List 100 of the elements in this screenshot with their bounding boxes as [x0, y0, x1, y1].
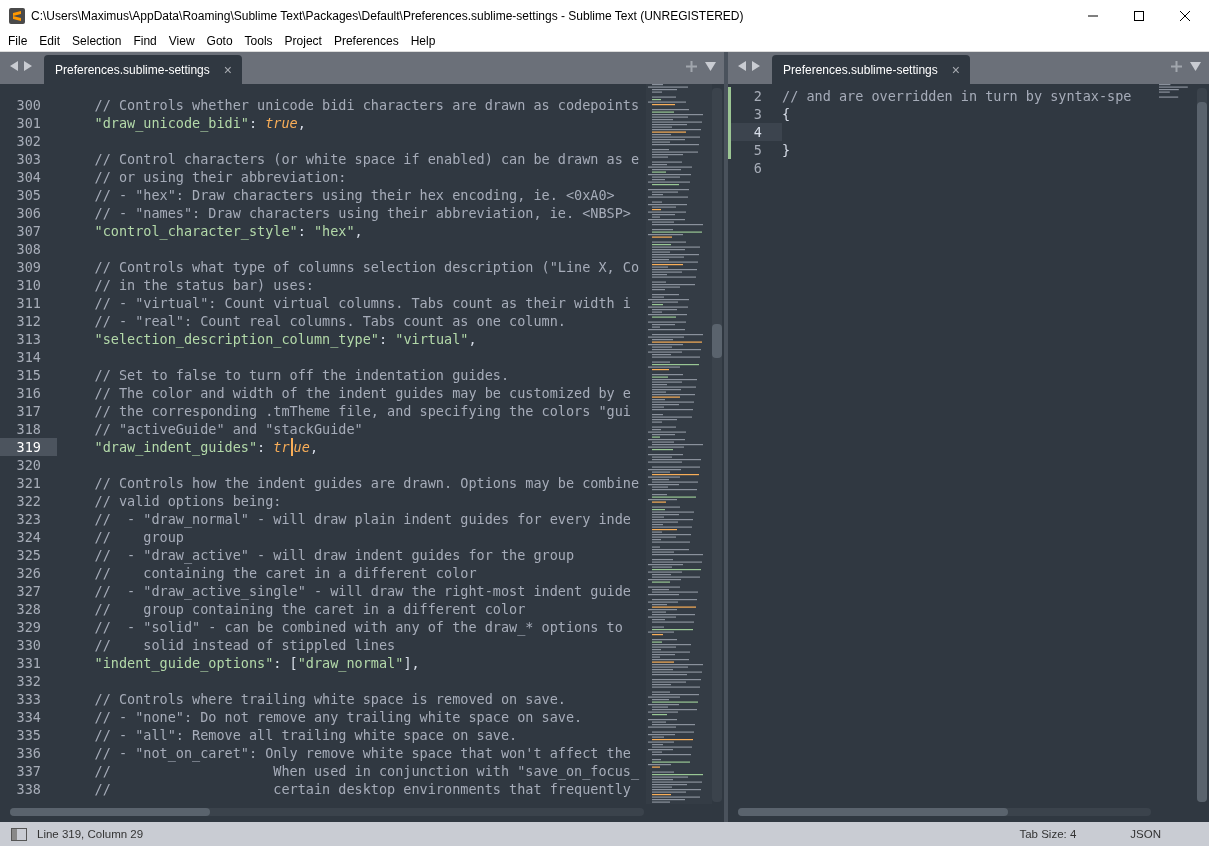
- line-number: 335: [15, 726, 42, 744]
- code-line: "selection_description_column_type": "virtual",: [93, 330, 477, 348]
- dropdown-arrow-icon[interactable]: [705, 61, 716, 71]
- code-line: // and are overridden in turn by syntax-spe: [782, 87, 1132, 105]
- navigation-arrows-icon[interactable]: [10, 61, 32, 71]
- app-logo-icon: [9, 7, 25, 24]
- code-line: // Set to false to turn off the indentation guides.: [93, 366, 510, 384]
- code-line: // - "draw_normal" - will draw plain indent guides for every inde: [93, 510, 631, 528]
- line-number: 300: [15, 96, 42, 114]
- line-number: 332: [15, 672, 42, 690]
- plus-icon[interactable]: [1171, 60, 1182, 72]
- line-number: 305: [15, 186, 42, 204]
- line-number: 316: [15, 384, 42, 402]
- window-title: C:\Users\Maximus\AppData\Roaming\Sublime Text\Packages\Default\Preferences.sublime-settings - Sublime Text (UNREGISTERED): [31, 8, 744, 23]
- code-line: // Controls whether unicode bidi characters are drawn as codepoints: [93, 96, 640, 114]
- editor-tab[interactable]: Preferences.sublime-settings ×: [44, 55, 242, 84]
- line-number: 302: [15, 132, 42, 150]
- line-number: 337: [15, 762, 42, 780]
- code-line: "indent_guide_options": ["draw_normal"],: [93, 654, 420, 672]
- line-number: 327: [15, 582, 42, 600]
- editor-tab[interactable]: Preferences.sublime-settings ×: [772, 55, 970, 84]
- line-number: 313: [15, 330, 42, 348]
- code-line: // "activeGuide" and "stackGuide": [93, 420, 363, 438]
- code-line: // The color and width of the indent guides may be customized by e: [93, 384, 631, 402]
- maximize-icon[interactable]: [1133, 9, 1145, 22]
- menu-item[interactable]: Find: [127, 33, 163, 49]
- menu-item[interactable]: View: [162, 33, 201, 49]
- menu-item[interactable]: Help: [404, 33, 442, 49]
- line-number: 338: [15, 780, 42, 798]
- line-number: 326: [15, 564, 42, 582]
- line-number: 328: [15, 600, 42, 618]
- code-line: "draw_indent_guides": tr ue,: [93, 438, 318, 456]
- horizontal-scrollbar[interactable]: [10, 808, 644, 816]
- code-line: // Control characters (or white space if enabled) can be drawn as e: [93, 150, 640, 168]
- code-line: {: [782, 105, 791, 123]
- line-number: 4: [728, 123, 782, 141]
- code-line: // - "solid" - can be combined with any of the draw_* options to: [93, 618, 623, 636]
- line-number: 336: [15, 744, 42, 762]
- close-tab-icon[interactable]: ×: [951, 61, 960, 78]
- code-line: // valid options being:: [93, 492, 282, 510]
- navigation-arrows-icon[interactable]: [738, 61, 760, 71]
- menu-item[interactable]: File: [2, 33, 34, 49]
- code-line: // - "none": Do not remove any trailing white space on save.: [93, 708, 583, 726]
- close-icon[interactable]: [1179, 9, 1191, 22]
- dropdown-arrow-icon[interactable]: [1190, 61, 1201, 71]
- line-number: 309: [15, 258, 42, 276]
- line-number: 330: [15, 636, 42, 654]
- code-line: // - "draw_active_single" - will draw the right-most indent guide: [93, 582, 631, 600]
- line-number: 325: [15, 546, 42, 564]
- code-line: // - "all": Remove all trailing white space on save.: [93, 726, 518, 744]
- code-line: // - "virtual": Count virtual columns. Tabs count as their width i: [93, 294, 631, 312]
- line-number: 2: [728, 87, 782, 105]
- menu-item[interactable]: Tools: [238, 33, 279, 49]
- code-line: }: [782, 141, 791, 159]
- line-number: 3: [728, 105, 782, 123]
- close-tab-icon[interactable]: ×: [223, 61, 232, 78]
- line-number: 334: [15, 708, 42, 726]
- code-line: // or using their abbreviation:: [93, 168, 347, 186]
- code-line: // group containing the caret in a different color: [93, 600, 526, 618]
- vertical-scrollbar[interactable]: [1197, 88, 1207, 802]
- code-line: // - "hex": Draw characters using their hex encoding, ie. <0xA0>: [93, 186, 615, 204]
- menu-item[interactable]: Selection: [66, 33, 128, 49]
- line-number: 322: [15, 492, 42, 510]
- line-number: 5: [728, 141, 782, 159]
- line-number: 312: [15, 312, 42, 330]
- plus-icon[interactable]: [686, 60, 697, 72]
- line-number: 329: [15, 618, 42, 636]
- syntax-indicator[interactable]: JSON: [1130, 828, 1161, 840]
- code-line: // containing the caret in a different color: [93, 564, 477, 582]
- menu-item[interactable]: Edit: [33, 33, 67, 49]
- code-line: // in the status bar) uses:: [93, 276, 314, 294]
- code-line: // certain desktop environments that frequently: [93, 780, 631, 798]
- minimap-drawing[interactable]: [646, 84, 712, 804]
- line-number: 6: [752, 159, 763, 177]
- line-number: 321: [15, 474, 42, 492]
- code-line: // - "not_on_caret": Only remove white space that won't affect the: [93, 744, 631, 762]
- menu-item[interactable]: Goto: [200, 33, 239, 49]
- line-number: 314: [15, 348, 42, 366]
- line-number: 317: [15, 402, 42, 420]
- menu-item[interactable]: Preferences: [327, 33, 405, 49]
- line-number: 318: [15, 420, 42, 438]
- line-number: 304: [15, 168, 42, 186]
- line-number: 308: [15, 240, 42, 258]
- line-number: 310: [15, 276, 42, 294]
- horizontal-scrollbar[interactable]: [738, 808, 1151, 816]
- vertical-scrollbar[interactable]: [712, 88, 722, 802]
- code-line: "control_character_style": "hex",: [93, 222, 363, 240]
- line-number: 301: [15, 114, 42, 132]
- line-number: 303: [15, 150, 42, 168]
- code-line: // - "draw_active" - will draw indent guides for the group: [93, 546, 575, 564]
- code-line: // solid instead of stippled lines: [93, 636, 396, 654]
- code-line: // group: [93, 528, 184, 546]
- code-line: // Controls how the indent guides are drawn. Options may be combine: [93, 474, 640, 492]
- code-line: // Controls what type of columns selection description ("Line X, Co: [93, 258, 640, 276]
- sidebar-toggle-icon[interactable]: [11, 827, 27, 841]
- menu-item[interactable]: Project: [278, 33, 328, 49]
- code-line: // the corresponding .tmTheme file, and specifying the colors "gui: [93, 402, 631, 420]
- code-line: // - "names": Draw characters using their abbreviation, ie. <NBSP>: [93, 204, 631, 222]
- line-number: 315: [15, 366, 42, 384]
- tab-size-indicator[interactable]: Tab Size: 4: [1019, 828, 1077, 840]
